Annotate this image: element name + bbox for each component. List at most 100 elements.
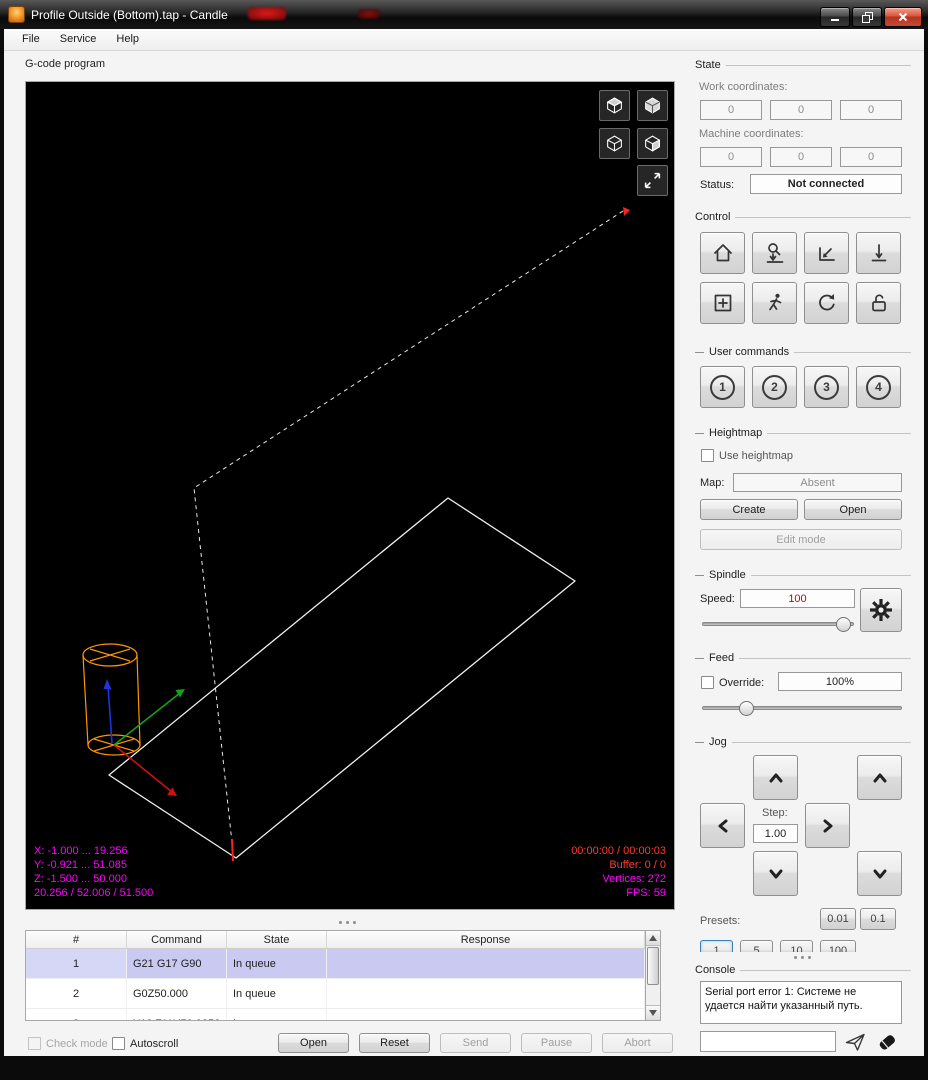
menu-help[interactable]: Help [106, 29, 149, 50]
restore-origin-button[interactable] [700, 282, 745, 324]
horizontal-splitter[interactable] [339, 921, 356, 924]
rapid-end-marker [623, 207, 630, 216]
close-button[interactable] [884, 7, 922, 27]
row-number-cell[interactable]: 2 [26, 979, 127, 1008]
row-command-cell[interactable]: G21 G17 G90 [127, 949, 227, 978]
view-front-button[interactable] [599, 128, 630, 159]
safe-position-icon [768, 293, 781, 311]
pause-button[interactable]: Pause [521, 1033, 592, 1053]
feed-override-checkbox[interactable] [701, 676, 714, 689]
work-z-field: 0 [840, 100, 902, 120]
row-state-cell[interactable]: In queue [227, 979, 327, 1008]
jog-x-minus-button[interactable] [700, 803, 745, 848]
preset-0.1-button[interactable]: 0.1 [860, 908, 896, 930]
col-header-number[interactable]: # [26, 931, 127, 948]
minimize-button[interactable] [820, 7, 850, 27]
col-header-response[interactable]: Response [327, 931, 645, 948]
view-isometric-button[interactable] [599, 90, 630, 121]
row-response-cell[interactable] [327, 979, 645, 1008]
spindle-speed-field[interactable]: 100 [740, 589, 855, 608]
scrollbar-thumb[interactable] [647, 947, 659, 985]
jog-x-plus-button[interactable] [805, 803, 850, 848]
reset-grbl-button[interactable] [804, 282, 849, 324]
gcode-viewport[interactable]: X: -1.000 ... 19.256 Y: -0.921 ... 51.08… [25, 81, 675, 910]
row-state-cell[interactable]: In queue [227, 949, 327, 978]
console-clear-button[interactable] [872, 1030, 902, 1052]
row-command-cell[interactable]: X19.711Y50.0856 [127, 1009, 227, 1020]
feed-slider-thumb[interactable] [739, 701, 754, 716]
view-left-button[interactable] [637, 128, 668, 159]
preset-1-button[interactable]: 1 [700, 940, 733, 952]
toolpath-scene[interactable] [26, 82, 675, 910]
reset-table-button[interactable]: Reset [359, 1033, 430, 1053]
safe-position-button[interactable] [752, 282, 797, 324]
menu-service[interactable]: Service [50, 29, 107, 50]
user-command-4-button[interactable]: 4 [856, 366, 901, 408]
jog-step-field[interactable]: 1.00 [753, 824, 798, 843]
machine-y-field: 0 [770, 147, 832, 167]
gcode-table[interactable]: # Command State Response 1 G21 G17 G90 I… [25, 930, 645, 1021]
user-command-1-button[interactable]: 1 [700, 366, 745, 408]
col-header-state[interactable]: State [227, 931, 327, 948]
home-button[interactable] [700, 232, 745, 274]
jog-y-plus-button[interactable] [753, 755, 798, 800]
circled-1-icon: 1 [710, 374, 735, 400]
table-row[interactable]: 1 G21 G17 G90 In queue [26, 949, 645, 979]
feed-override-slider[interactable] [702, 706, 902, 710]
spindle-slider-thumb[interactable] [836, 617, 851, 632]
viewport-label: G-code program [25, 58, 106, 70]
user-command-3-button[interactable]: 3 [804, 366, 849, 408]
preset-0.01-button[interactable]: 0.01 [820, 908, 856, 930]
z-probe-button[interactable] [752, 232, 797, 274]
panel-splitter[interactable] [794, 956, 811, 959]
row-command-cell[interactable]: G0Z50.000 [127, 979, 227, 1008]
spindle-speed-slider[interactable] [702, 622, 854, 626]
fit-view-button[interactable] [637, 165, 668, 196]
scroll-up-button[interactable] [646, 931, 660, 946]
row-number-cell[interactable]: 3 [26, 1009, 127, 1020]
use-heightmap-checkbox[interactable] [701, 449, 714, 462]
eraser-icon [879, 1035, 895, 1050]
check-mode-checkbox[interactable] [28, 1037, 41, 1050]
send-program-button[interactable]: Send [440, 1033, 511, 1053]
x-range: X: -1.000 ... 19.256 [34, 845, 128, 857]
console-send-button[interactable] [841, 1031, 868, 1052]
view-top-button[interactable] [637, 90, 668, 121]
console-input[interactable] [700, 1031, 836, 1052]
cube-isometric-icon [606, 97, 623, 114]
restore-button[interactable] [852, 7, 882, 27]
title-bar[interactable]: Profile Outside (Bottom).tap - Candle [0, 0, 928, 29]
table-row[interactable]: 2 G0Z50.000 In queue [26, 979, 645, 1009]
preset-5-button[interactable]: 5 [740, 940, 773, 952]
vertices-count: Vertices: 272 [602, 873, 666, 885]
spindle-toggle-button[interactable] [860, 588, 902, 632]
jog-z-minus-button[interactable] [857, 851, 902, 896]
zero-z-icon [871, 244, 886, 262]
heightmap-create-button[interactable]: Create [700, 499, 798, 520]
abort-button[interactable]: Abort [602, 1033, 673, 1053]
row-response-cell[interactable] [327, 949, 645, 978]
jog-y-minus-button[interactable] [753, 851, 798, 896]
heightmap-open-button[interactable]: Open [804, 499, 902, 520]
zero-xy-button[interactable] [804, 232, 849, 274]
open-file-button[interactable]: Open [278, 1033, 349, 1053]
table-scrollbar[interactable] [645, 930, 661, 1021]
scroll-down-button[interactable] [646, 1005, 660, 1020]
table-row[interactable]: 3 X19.711Y50.0856 In queue [26, 1009, 645, 1020]
jog-z-plus-button[interactable] [857, 755, 902, 800]
autoscroll-checkbox[interactable] [112, 1037, 125, 1050]
menu-file[interactable]: File [12, 29, 50, 50]
row-state-cell[interactable]: In queue [227, 1009, 327, 1020]
col-header-command[interactable]: Command [127, 931, 227, 948]
heightmap-edit-mode-button[interactable]: Edit mode [700, 529, 902, 550]
arrow-right-icon [823, 819, 832, 832]
zero-z-button[interactable] [856, 232, 901, 274]
preset-100-button[interactable]: 100 [820, 940, 856, 952]
row-number-cell[interactable]: 1 [26, 949, 127, 978]
preset-10-button[interactable]: 10 [780, 940, 813, 952]
user-command-2-button[interactable]: 2 [752, 366, 797, 408]
row-response-cell[interactable] [327, 1009, 645, 1020]
unlock-button[interactable] [856, 282, 901, 324]
console-log[interactable]: Serial port error 1: Системе не удается … [700, 981, 902, 1024]
feed-override-field[interactable]: 100% [778, 672, 902, 691]
